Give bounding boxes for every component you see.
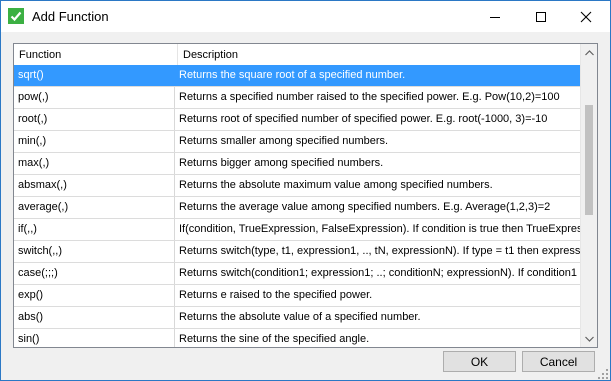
- function-cell: sin(): [18, 333, 40, 345]
- description-cell: Returns bigger among specified numbers.: [174, 153, 580, 174]
- green-check-icon: [8, 8, 24, 24]
- table-row[interactable]: absmax(,) Returns the absolute maximum va…: [14, 175, 580, 197]
- ok-button[interactable]: OK: [443, 351, 516, 372]
- description-cell: Returns smaller among specified numbers.: [174, 131, 580, 152]
- chevron-up-icon: [585, 49, 594, 55]
- description-cell: Returns switch(type, t1, expression1, ..…: [174, 241, 580, 262]
- function-cell: case(;;;): [18, 267, 58, 279]
- description-cell: Returns the sine of the specified angle.: [174, 329, 580, 347]
- column-header-description[interactable]: Description: [178, 44, 580, 65]
- title-bar[interactable]: Add Function: [1, 1, 610, 32]
- function-cell: average(,): [18, 201, 69, 213]
- dialog-body: Function Description sqrt() Returns the s…: [1, 32, 610, 380]
- function-cell: switch(,,): [18, 245, 62, 257]
- table-row[interactable]: sqrt() Returns the square root of a speci…: [14, 65, 580, 87]
- function-cell: min(,): [18, 135, 47, 147]
- description-cell: Returns the absolute maximum value among…: [174, 175, 580, 196]
- close-button[interactable]: [563, 1, 608, 32]
- table-row[interactable]: if(,,) If(condition, TrueExpression, Fals…: [14, 219, 580, 241]
- resize-grip-icon[interactable]: [598, 368, 608, 379]
- description-cell: Returns the average value among specifie…: [174, 197, 580, 218]
- table-row[interactable]: pow(,) Returns a specified number raised …: [14, 87, 580, 109]
- description-cell: Returns e raised to the specified power.: [174, 285, 580, 306]
- vertical-scrollbar[interactable]: [580, 44, 597, 347]
- column-header-function[interactable]: Function: [14, 44, 178, 65]
- table-header: Function Description: [14, 44, 580, 66]
- table-row[interactable]: switch(,,) Returns switch(type, t1, expre…: [14, 241, 580, 263]
- table-rows: sqrt() Returns the square root of a speci…: [14, 65, 580, 347]
- description-cell: Returns the absolute value of a specifie…: [174, 307, 580, 328]
- function-cell: absmax(,): [18, 179, 67, 191]
- scroll-down-arrow[interactable]: [581, 330, 597, 347]
- chevron-down-icon: [585, 336, 594, 342]
- scroll-up-arrow[interactable]: [581, 44, 597, 61]
- table-row[interactable]: min(,) Returns smaller among specified nu…: [14, 131, 580, 153]
- close-icon: [580, 11, 591, 22]
- table-row[interactable]: abs() Returns the absolute value of a spe…: [14, 307, 580, 329]
- maximize-icon: [535, 11, 546, 22]
- function-cell: max(,): [18, 157, 50, 169]
- maximize-button[interactable]: [518, 1, 563, 32]
- function-cell: root(,): [18, 113, 48, 125]
- description-cell: Returns switch(condition1; expression1; …: [174, 263, 580, 284]
- table-row[interactable]: root(,) Returns root of specified number …: [14, 109, 580, 131]
- description-cell: Returns a specified number raised to the…: [174, 87, 580, 108]
- table-row[interactable]: sin() Returns the sine of the specified a…: [14, 329, 580, 347]
- function-cell: pow(,): [18, 91, 49, 103]
- function-cell: abs(): [18, 311, 44, 323]
- table-row[interactable]: average(,) Returns the average value amon…: [14, 197, 580, 219]
- description-cell: If(condition, TrueExpression, FalseExpre…: [174, 219, 580, 240]
- minimize-button[interactable]: [472, 1, 517, 32]
- table-row[interactable]: case(;;;) Returns switch(condition1; expr…: [14, 263, 580, 285]
- function-cell: if(,,): [18, 223, 37, 235]
- description-cell: Returns root of specified number of spec…: [174, 109, 580, 130]
- function-table: Function Description sqrt() Returns the s…: [13, 43, 598, 348]
- add-function-dialog: Add Function Function Description sqrt()…: [0, 0, 611, 381]
- window-title: Add Function: [32, 9, 109, 24]
- minimize-icon: [489, 16, 500, 18]
- function-cell: sqrt(): [18, 69, 44, 81]
- scroll-thumb[interactable]: [585, 105, 593, 215]
- table-row[interactable]: max(,) Returns bigger among specified num…: [14, 153, 580, 175]
- function-cell: exp(): [18, 289, 44, 301]
- description-cell: Returns the square root of a specified n…: [174, 65, 580, 86]
- table-row[interactable]: exp() Returns e raised to the specified p…: [14, 285, 580, 307]
- cancel-button[interactable]: Cancel: [522, 351, 595, 372]
